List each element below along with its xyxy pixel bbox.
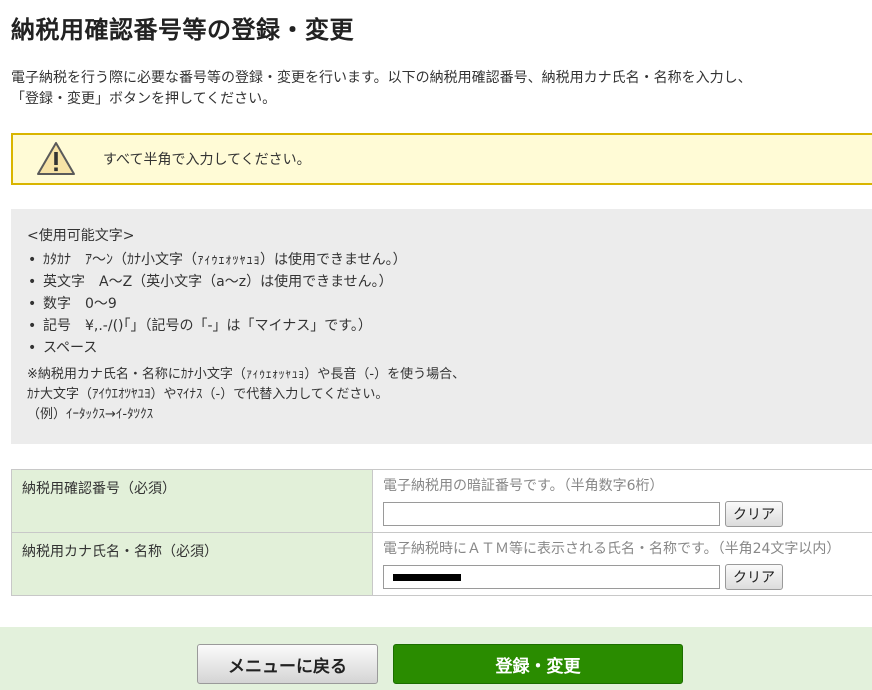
list-item: ｶﾀｶﾅ ｱ～ﾝ（ｶﾅ小文字（ｧｨｩｪｫｯｬｭｮ）は使用できません。） xyxy=(27,249,872,271)
confirmation-number-label: 納税用確認番号（必須） xyxy=(11,469,373,533)
registration-form-table: 納税用確認番号（必須） 電子納税用の暗証番号です。（半角数字6桁） クリア 納税… xyxy=(11,469,872,596)
note-line: （例）ｲｰﾀｯｸｽ→ｲ-ﾀﾂｸｽ xyxy=(27,407,154,422)
description-line: 電子納税を行う際に必要な番号等の登録・変更を行います。以下の納税用確認番号、納税… xyxy=(11,70,752,86)
confirmation-number-clear-button[interactable]: クリア xyxy=(725,501,783,527)
table-row: 納税用確認番号（必須） 電子納税用の暗証番号です。（半角数字6桁） クリア xyxy=(11,469,872,533)
description-line: 「登録・変更」ボタンを押してください。 xyxy=(11,91,277,107)
warning-triangle-icon xyxy=(37,142,75,175)
register-change-button[interactable]: 登録・変更 xyxy=(393,644,683,684)
allowed-characters-heading: <使用可能文字> xyxy=(27,228,135,244)
redacted-value-bar xyxy=(393,574,461,581)
kana-name-clear-button[interactable]: クリア xyxy=(725,564,783,590)
warning-box: すべて半角で入力してください。 xyxy=(11,133,872,185)
kana-name-cell: 電子納税時にＡＴＭ等に表示される氏名・名称です。（半角24文字以内） クリア xyxy=(372,532,872,596)
footer-bar: メニューに戻る 登録・変更 xyxy=(0,627,872,690)
list-item: スペース xyxy=(27,337,872,359)
list-item: 記号 ¥,.-/()｢｣（記号の「-」は「マイナス」です。） xyxy=(27,315,872,337)
table-row: 納税用カナ氏名・名称（必須） 電子納税時にＡＴＭ等に表示される氏名・名称です。（… xyxy=(11,532,872,596)
back-to-menu-button[interactable]: メニューに戻る xyxy=(197,644,378,684)
note-line: ｶﾅ大文字（ｱｲｳｴｵﾂﾔﾕﾖ）やﾏｲﾅｽ（-）で代替入力してください。 xyxy=(27,387,389,402)
note-line: ※納税用カナ氏名・名称にｶﾅ小文字（ｧｨｩｪｫｯｬｭｮ）や長音（-）を使う場合、 xyxy=(27,367,466,382)
page-title: 納税用確認番号等の登録・変更 xyxy=(11,16,354,44)
warning-text: すべて半角で入力してください。 xyxy=(103,152,311,168)
confirmation-number-input[interactable] xyxy=(383,502,720,526)
kana-name-hint: 電子納税時にＡＴＭ等に表示される氏名・名称です。（半角24文字以内） xyxy=(383,541,841,557)
confirmation-number-hint: 電子納税用の暗証番号です。（半角数字6桁） xyxy=(383,478,664,494)
list-item: 英文字 A～Z（英小文字（a～z）は使用できません。） xyxy=(27,271,872,293)
allowed-characters-box: <使用可能文字> ｶﾀｶﾅ ｱ～ﾝ（ｶﾅ小文字（ｧｨｩｪｫｯｬｭｮ）は使用できま… xyxy=(11,209,872,444)
kana-name-input[interactable] xyxy=(383,565,720,589)
page-description: 電子納税を行う際に必要な番号等の登録・変更を行います。以下の納税用確認番号、納税… xyxy=(11,68,871,110)
allowed-characters-note: ※納税用カナ氏名・名称にｶﾅ小文字（ｧｨｩｪｫｯｬｭｮ）や長音（-）を使う場合、… xyxy=(27,365,872,425)
allowed-characters-list: ｶﾀｶﾅ ｱ～ﾝ（ｶﾅ小文字（ｧｨｩｪｫｯｬｭｮ）は使用できません。） 英文字 … xyxy=(27,249,872,359)
list-item: 数字 0～9 xyxy=(27,293,872,315)
kana-name-label: 納税用カナ氏名・名称（必須） xyxy=(11,532,373,596)
confirmation-number-cell: 電子納税用の暗証番号です。（半角数字6桁） クリア xyxy=(372,469,872,533)
